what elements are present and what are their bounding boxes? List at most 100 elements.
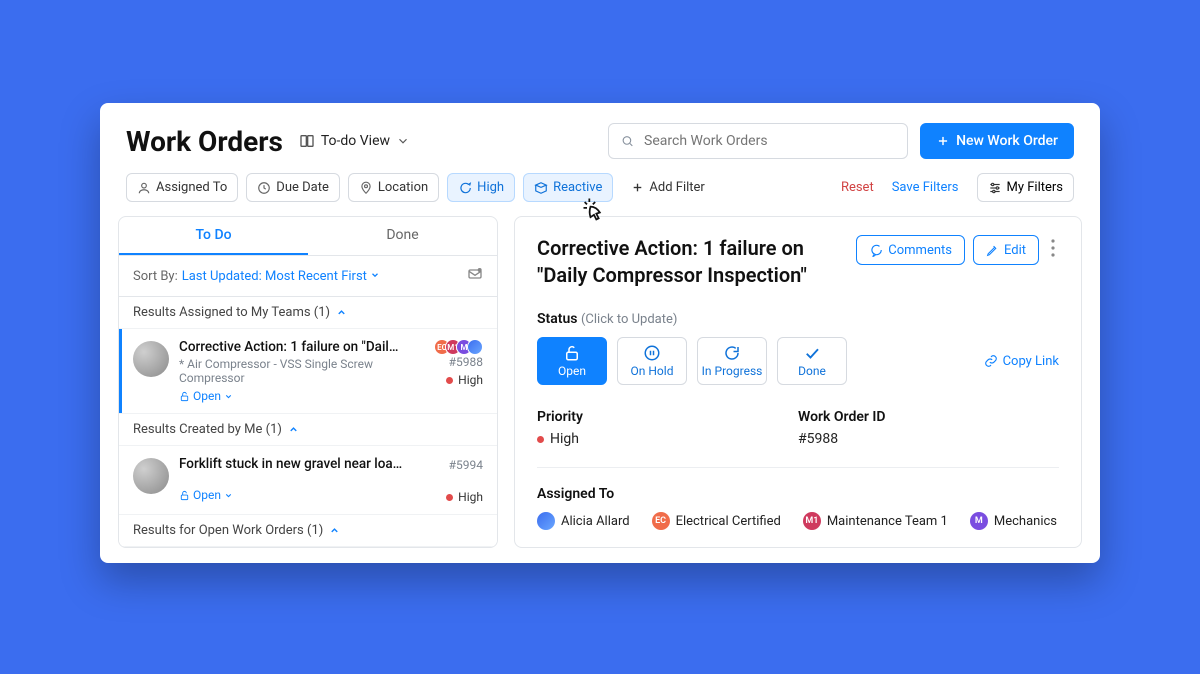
- avatar-user: [537, 512, 555, 530]
- view-toggle[interactable]: To-do View: [299, 133, 416, 149]
- priority-value: High: [537, 431, 798, 447]
- item-title: Corrective Action: 1 failure on "Daily C…: [179, 339, 405, 355]
- list-item[interactable]: Mechanical Arm Inspection Mechanical Arm…: [119, 547, 497, 548]
- item-status-chip[interactable]: Open: [179, 389, 233, 403]
- status-label: In Progress: [702, 364, 763, 378]
- item-subtitle: * Air Compressor - VSS Single Screw Comp…: [179, 357, 405, 385]
- app-window: Work Orders To-do View New Work Order As…: [100, 103, 1100, 563]
- columns-icon: [299, 133, 315, 149]
- list-item[interactable]: Forklift stuck in new gravel near loadin…: [119, 446, 497, 515]
- new-work-order-label: New Work Order: [956, 133, 1058, 149]
- item-status-chip[interactable]: Open: [179, 488, 233, 502]
- detail-title: Corrective Action: 1 failure on "Daily C…: [537, 235, 856, 289]
- edit-button[interactable]: Edit: [973, 235, 1039, 265]
- link-icon: [984, 354, 998, 368]
- status-label: Open: [558, 364, 586, 378]
- check-icon: [803, 344, 821, 362]
- plus-icon: [936, 134, 950, 148]
- filter-chip-location[interactable]: Location: [348, 173, 439, 202]
- notifications-icon[interactable]: [467, 266, 483, 286]
- comments-label: Comments: [888, 243, 952, 258]
- filter-chip-due-date[interactable]: Due Date: [246, 173, 340, 202]
- refresh-icon: [723, 344, 741, 362]
- search-icon: [621, 134, 634, 148]
- item-status-text: Open: [193, 389, 221, 403]
- item-thumbnail: [133, 458, 169, 494]
- assignee[interactable]: M1 Maintenance Team 1: [803, 512, 948, 530]
- chevron-up-icon: [329, 525, 340, 536]
- status-button-done[interactable]: Done: [777, 337, 847, 385]
- assignee[interactable]: Alicia Allard: [537, 512, 630, 530]
- my-filters-label: My Filters: [1007, 180, 1064, 195]
- status-button-in-progress[interactable]: In Progress: [697, 337, 767, 385]
- sort-dir-text: Most Recent First: [265, 269, 367, 284]
- user-icon: [137, 181, 151, 195]
- group-header-label: Results Assigned to My Teams (1): [133, 305, 330, 320]
- item-title: Forklift stuck in new gravel near loadin…: [179, 456, 405, 472]
- filter-chip-high[interactable]: High: [447, 173, 515, 202]
- more-menu-icon[interactable]: [1047, 239, 1059, 261]
- priority-label: Priority: [537, 409, 798, 425]
- status-button-open[interactable]: Open: [537, 337, 607, 385]
- my-filters-button[interactable]: My Filters: [977, 173, 1075, 202]
- sort-by-label: Sort By:: [133, 269, 178, 284]
- work-order-list-panel: To Do Done Sort By: Last Updated: Most R…: [118, 216, 498, 548]
- assignee[interactable]: EC Electrical Certified: [652, 512, 781, 530]
- copy-link-button[interactable]: Copy Link: [984, 354, 1059, 369]
- group-header-label: Results for Open Work Orders (1): [133, 523, 323, 538]
- item-id: #5994: [413, 458, 483, 472]
- assignee-name: Alicia Allard: [561, 514, 630, 529]
- avatar-user: [467, 339, 483, 355]
- page-title: Work Orders: [126, 125, 283, 158]
- assigned-to-label: Assigned To: [537, 486, 1059, 502]
- search-input[interactable]: [642, 132, 895, 150]
- search-input-wrapper[interactable]: [608, 123, 908, 159]
- clock-icon: [257, 181, 271, 195]
- group-header-label: Results Created by Me (1): [133, 422, 282, 437]
- list-item[interactable]: Corrective Action: 1 failure on "Daily C…: [119, 329, 497, 414]
- filter-chip-assigned-to[interactable]: Assigned To: [126, 173, 238, 202]
- item-priority: High: [413, 490, 483, 504]
- sort-field-link[interactable]: Last Updated: Most Recent First: [182, 269, 380, 284]
- comments-button[interactable]: Comments: [856, 235, 965, 265]
- new-work-order-button[interactable]: New Work Order: [920, 123, 1074, 159]
- filter-chip-label: Due Date: [276, 180, 329, 195]
- tab-todo[interactable]: To Do: [119, 217, 308, 255]
- add-filter-label: Add Filter: [649, 180, 704, 195]
- save-filters-link[interactable]: Save Filters: [892, 180, 959, 195]
- status-button-on-hold[interactable]: On Hold: [617, 337, 687, 385]
- item-thumbnail: [133, 341, 169, 377]
- tab-done[interactable]: Done: [308, 217, 497, 255]
- pin-icon: [359, 181, 373, 195]
- sliders-icon: [988, 181, 1002, 195]
- unlock-icon: [179, 391, 190, 402]
- group-header-created-by-me[interactable]: Results Created by Me (1): [119, 414, 497, 446]
- edit-label: Edit: [1004, 243, 1026, 258]
- chevron-down-icon: [224, 491, 233, 500]
- topbar: Work Orders To-do View New Work Order: [100, 103, 1100, 167]
- assignee[interactable]: M Mechanics: [970, 512, 1057, 530]
- unlock-icon: [179, 490, 190, 501]
- status-section-label: Status (Click to Update): [537, 311, 1059, 327]
- work-order-detail-panel: Corrective Action: 1 failure on "Daily C…: [514, 216, 1082, 548]
- group-header-my-teams[interactable]: Results Assigned to My Teams (1): [119, 297, 497, 329]
- filter-chip-reactive[interactable]: Reactive: [523, 173, 613, 202]
- chevron-down-icon: [370, 270, 380, 280]
- box-icon: [534, 181, 548, 195]
- avatar-ec: EC: [652, 512, 670, 530]
- reset-filters-link[interactable]: Reset: [841, 180, 874, 195]
- sort-field-text: Last Updated: [182, 269, 259, 284]
- list-tabs: To Do Done: [119, 217, 497, 256]
- status-label: Done: [798, 364, 826, 378]
- plus-icon: [631, 181, 644, 194]
- add-filter-button[interactable]: Add Filter: [621, 174, 714, 201]
- comment-icon: [869, 243, 883, 257]
- view-toggle-label: To-do View: [321, 133, 390, 149]
- assignees: Alicia Allard EC Electrical Certified M1…: [537, 512, 1059, 530]
- work-order-id-value: #5988: [798, 431, 1059, 447]
- chevron-up-icon: [288, 424, 299, 435]
- pencil-icon: [986, 244, 999, 257]
- group-header-open-work-orders[interactable]: Results for Open Work Orders (1): [119, 515, 497, 547]
- assignee-name: Mechanics: [994, 514, 1057, 529]
- item-priority: High: [413, 373, 483, 387]
